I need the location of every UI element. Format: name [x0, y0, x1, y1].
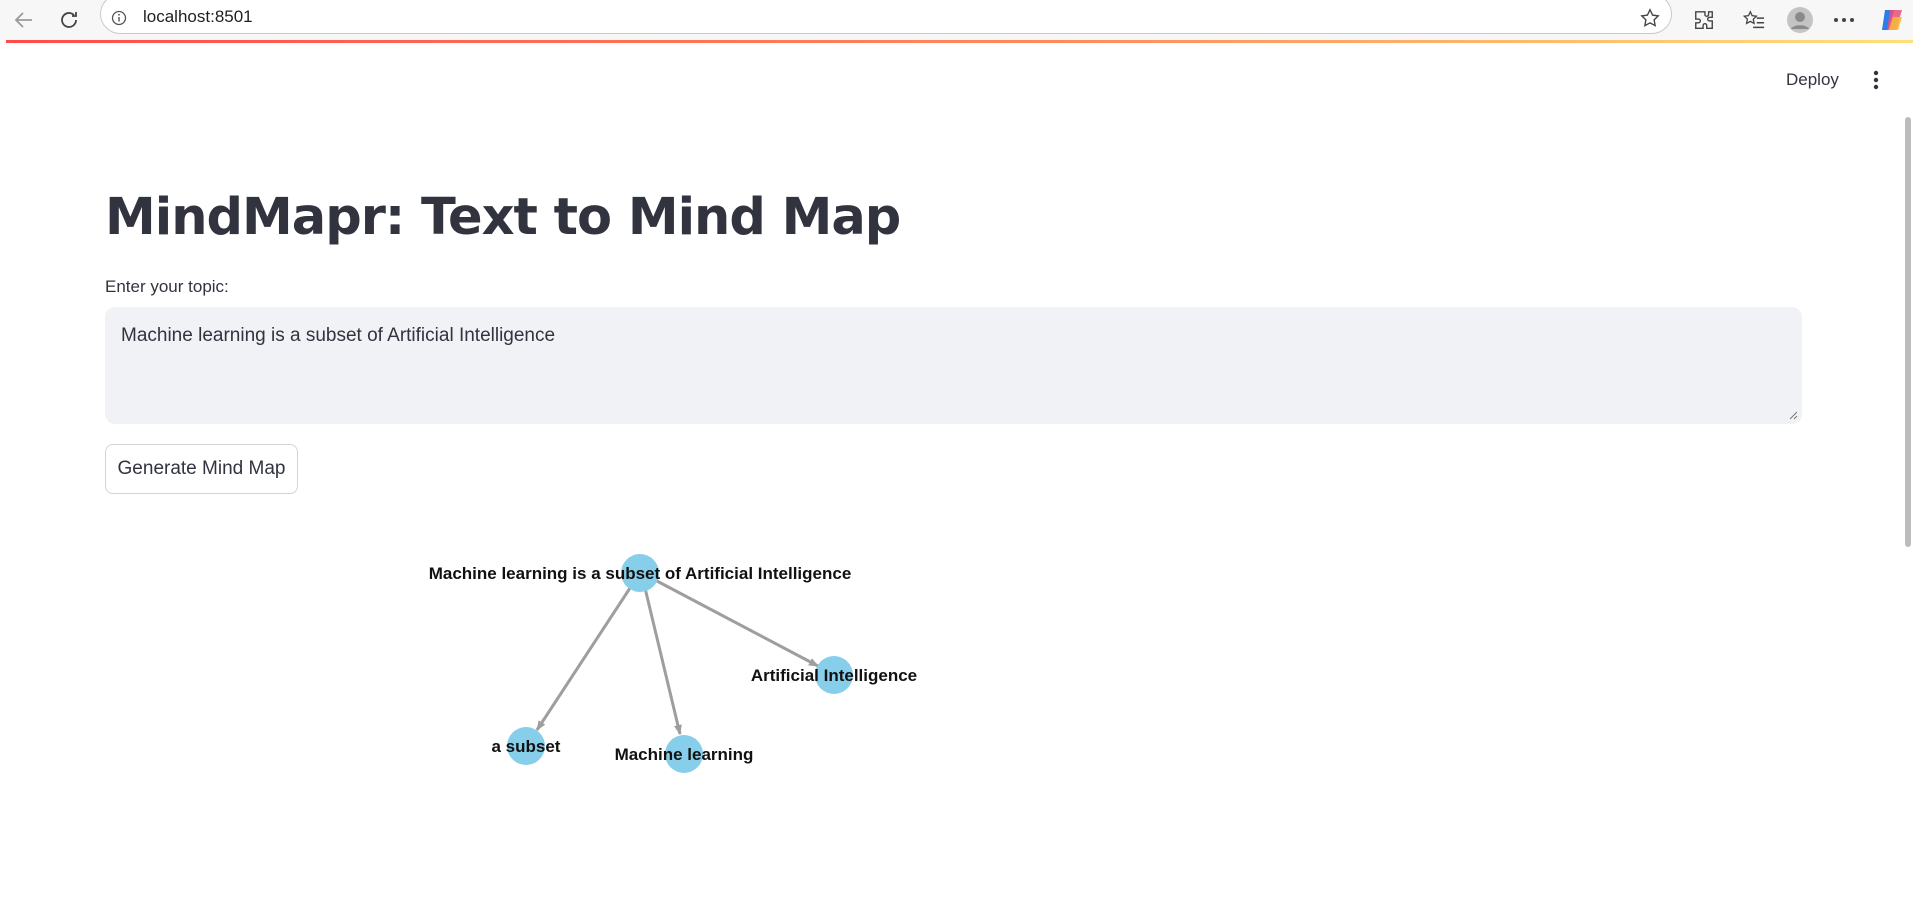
- edge-root-to-subset: [535, 584, 634, 731]
- node-label-machine-learning: Machine learning: [615, 745, 754, 764]
- node-label-root: Machine learning is a subset of Artifici…: [429, 564, 852, 583]
- mind-map-graph: Machine learning is a subset of Artifici…: [429, 554, 917, 773]
- node-label-artificial-intelligence: Artificial Intelligence: [751, 666, 917, 685]
- node-label-subset: a subset: [492, 737, 561, 756]
- edge-root-to-artificial-intelligence: [654, 578, 819, 668]
- edge-root-to-machine-learning: [643, 587, 682, 735]
